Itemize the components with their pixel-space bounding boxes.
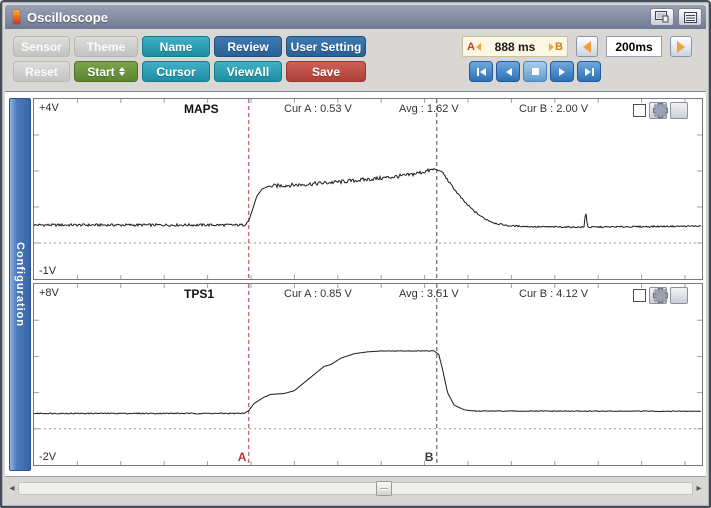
cursor-b-letter: B [555,41,563,53]
viewall-button[interactable]: ViewAll [214,61,282,82]
channel-name: TPS1 [184,287,214,301]
reset-button[interactable]: Reset [13,61,70,82]
play-icon [558,67,567,77]
app-flame-icon [13,10,20,24]
review-button[interactable]: Review [214,36,282,57]
panel-controls [633,102,688,119]
time-readout-row: A 888 ms B 200ms [462,36,692,57]
capture-window-button[interactable] [650,8,674,26]
window-title: Oscilloscope [27,10,646,25]
cursor-b-marker: B [549,41,563,53]
titlebar[interactable]: Oscilloscope [5,5,706,29]
toolbar: Sensor Theme Name Review User Setting Re… [5,29,706,91]
toolbar-row-1: Sensor Theme Name Review User Setting [13,36,366,57]
y-min-label: -2V [39,451,56,463]
waveform-trace [34,169,701,228]
stop-icon [531,67,540,76]
right-triangle-icon [549,43,554,51]
configuration-tab-label: Configuration [14,242,26,327]
step-back-icon [504,67,513,77]
name-button[interactable]: Name [142,36,210,57]
close-channel-button[interactable] [670,102,688,119]
cursor-b-readout: Cur B : 2.00 V [519,103,588,115]
toolbar-button-grid: Sensor Theme Name Review User Setting Re… [13,36,366,82]
capture-window-icon [655,11,669,23]
channel-panels: +4V -1V MAPS Cur A : 0.53 V Avg : 1.62 V… [33,98,703,471]
y-max-label: +4V [39,102,59,114]
horizontal-scrollbar[interactable]: ◂ ▸ [6,480,705,497]
cursor-button[interactable]: Cursor [142,61,210,82]
scope-content-area: Configuration +4V -1V MAPS Cur A : 0.53 … [5,91,706,477]
stop-button[interactable] [523,61,547,82]
skip-to-end-icon [584,67,595,77]
oscilloscope-window: Oscilloscope Sensor Theme Name Review [0,0,711,508]
waveform-plot-maps [34,99,702,279]
cursor-a-readout: Cur A : 0.53 V [284,103,352,115]
close-channel-button[interactable] [670,287,688,304]
average-readout: Avg : 1.62 V [399,103,459,115]
y-min-label: -1V [39,265,56,277]
average-readout: Avg : 3.51 V [399,288,459,300]
transport-controls [469,61,692,82]
timebase-value[interactable]: 200ms [606,36,662,57]
start-button-label: Start [87,65,114,79]
skip-to-end-button[interactable] [577,61,601,82]
theme-button[interactable]: Theme [74,36,138,57]
ab-interval-readout: A 888 ms B [462,36,568,57]
ab-interval-value: 888 ms [495,40,536,54]
waveform-trace [34,351,701,414]
window-menu-icon [684,12,697,23]
left-triangle-icon [476,43,481,51]
right-arrow-icon [677,41,685,53]
scroll-left-button[interactable]: ◂ [6,481,18,496]
cursor-a-letter: A [467,41,475,53]
up-down-spinner-icon [119,67,125,76]
cursor-a-bottom-label[interactable]: A [238,450,247,464]
user-setting-button[interactable]: User Setting [286,36,366,57]
play-button[interactable] [550,61,574,82]
time-controls: A 888 ms B 200ms [462,36,692,82]
waveform-plot-tps1 [34,284,702,465]
channel-name: MAPS [184,102,219,116]
skip-to-start-icon [476,67,487,77]
start-button[interactable]: Start [74,61,138,82]
scroll-right-button[interactable]: ▸ [693,481,705,496]
step-back-button[interactable] [496,61,520,82]
skip-to-start-button[interactable] [469,61,493,82]
cursor-b-bottom-label[interactable]: B [425,450,434,464]
panel-controls [633,287,688,304]
channel-panel-maps: +4V -1V MAPS Cur A : 0.53 V Avg : 1.62 V… [33,98,703,280]
save-button[interactable]: Save [286,61,366,82]
scrollbar-thumb[interactable] [376,481,392,496]
scrollbar-track[interactable] [18,482,693,495]
cursor-b-readout: Cur B : 4.12 V [519,288,588,300]
sensor-button[interactable]: Sensor [13,36,70,57]
window-menu-button[interactable] [678,8,702,26]
cursor-a-readout: Cur A : 0.85 V [284,288,352,300]
toolbar-row-2: Reset Start Cursor ViewAll Save [13,61,366,82]
timebase-decrease-button[interactable] [576,36,598,57]
configuration-tab[interactable]: Configuration [9,98,31,471]
channel-panel-tps1: +8V -2V TPS1 Cur A : 0.85 V Avg : 3.51 V… [33,283,703,466]
close-icon [633,102,688,119]
close-icon [633,287,688,304]
left-arrow-icon [583,41,591,53]
timebase-increase-button[interactable] [670,36,692,57]
y-max-label: +8V [39,287,59,299]
cursor-a-marker: A [467,41,481,53]
